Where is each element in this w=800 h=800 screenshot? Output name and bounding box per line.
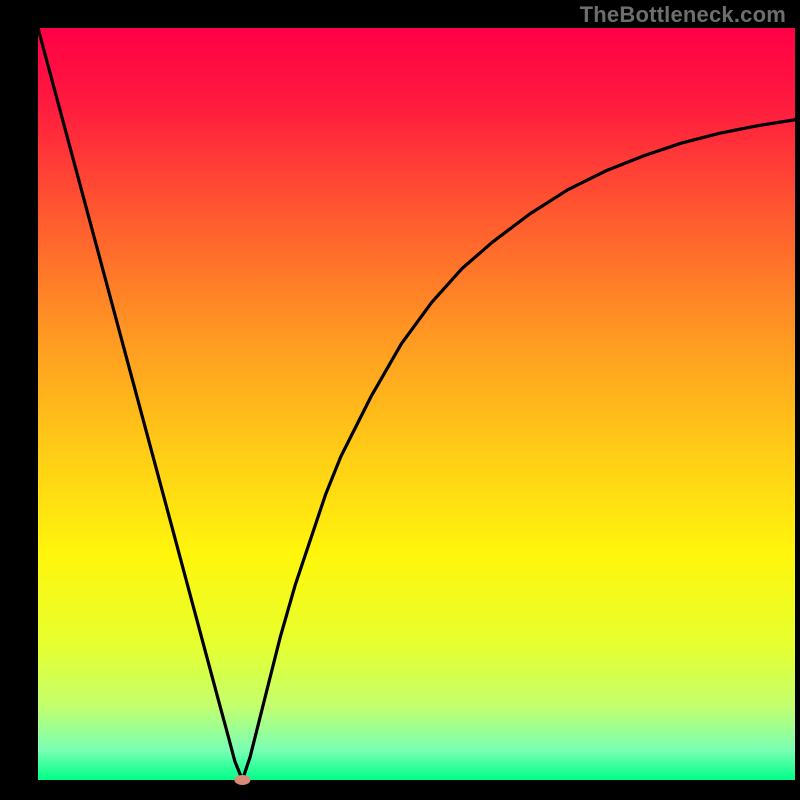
gradient-background (38, 28, 795, 780)
optimum-marker (234, 775, 250, 785)
watermark-text: TheBottleneck.com (580, 2, 786, 28)
chart-frame: TheBottleneck.com (0, 0, 800, 800)
bottleneck-chart (0, 0, 800, 800)
